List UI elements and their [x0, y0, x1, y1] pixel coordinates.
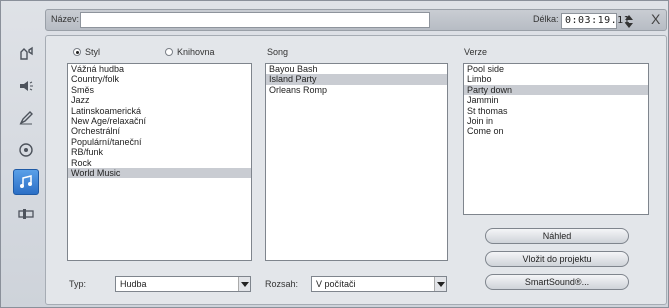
type-select[interactable]: Hudba: [115, 276, 251, 292]
style-radio[interactable]: [73, 48, 81, 56]
range-select[interactable]: V počítači: [311, 276, 447, 292]
slider-icon[interactable]: [13, 201, 39, 227]
style-list-item[interactable]: World Music: [68, 167, 251, 179]
version-list-item[interactable]: Limbo: [464, 74, 648, 84]
sound-icon[interactable]: [13, 73, 39, 99]
type-label: Typ:: [69, 279, 87, 289]
preview-button[interactable]: Náhled: [485, 228, 629, 244]
duration-label: Délka:: [533, 14, 559, 24]
version-heading: Verze: [464, 47, 488, 57]
song-list-item[interactable]: Island Party: [266, 74, 447, 85]
style-list-item[interactable]: New Age/relaxační: [68, 116, 251, 126]
type-select-value: Hudba: [120, 279, 147, 289]
version-list-item[interactable]: Come on: [464, 126, 648, 136]
library-radio[interactable]: [165, 48, 173, 56]
style-radio-label: Styl: [85, 47, 101, 57]
chevron-down-icon[interactable]: [238, 277, 250, 291]
name-label: Název:: [51, 14, 80, 24]
pen-icon[interactable]: [13, 105, 39, 131]
style-list-item[interactable]: RB/funk: [68, 147, 251, 157]
song-list-item[interactable]: Orleans Romp: [266, 85, 447, 95]
spin-up-icon[interactable]: [625, 15, 633, 20]
version-list-item[interactable]: Join in: [464, 116, 648, 126]
duration-field[interactable]: 0:03:19.11: [561, 13, 630, 29]
library-radio-label: Knihovna: [177, 47, 215, 57]
range-label: Rozsah:: [265, 279, 299, 289]
song-list[interactable]: Bayou Bash Island Party Orleans Romp: [265, 63, 448, 261]
version-list-item[interactable]: Pool side: [464, 64, 648, 74]
version-list-item[interactable]: St thomas: [464, 106, 648, 116]
song-heading: Song: [267, 47, 289, 57]
style-list-item[interactable]: Country/folk: [68, 74, 251, 84]
smartsound-button[interactable]: SmartSound®...: [485, 274, 629, 290]
style-list-item[interactable]: Orchestrální: [68, 126, 251, 136]
style-list-item[interactable]: Latinskoamerická: [68, 106, 251, 116]
insert-into-project-button[interactable]: Vložit do projektu: [485, 251, 629, 267]
sidebar: [9, 37, 43, 297]
style-list-item[interactable]: Populární/taneční: [68, 137, 251, 147]
version-list-item[interactable]: Party down: [464, 84, 648, 96]
video-icon[interactable]: [13, 41, 39, 67]
chevron-down-icon[interactable]: [434, 277, 446, 291]
version-list[interactable]: Pool side Limbo Party down Jammin St thomas J…: [463, 63, 649, 215]
style-list-item[interactable]: Rock: [68, 158, 251, 168]
range-select-value: V počítači: [316, 279, 356, 289]
spin-down-icon[interactable]: [625, 23, 633, 28]
disc-icon[interactable]: [13, 137, 39, 163]
style-list-item[interactable]: Směs: [68, 85, 251, 95]
style-list-item[interactable]: Vážná hudba: [68, 64, 251, 74]
close-icon[interactable]: X: [651, 11, 660, 27]
duration-stepper[interactable]: [621, 12, 637, 30]
music-icon[interactable]: [13, 169, 39, 195]
style-list[interactable]: Vážná hudba Country/folk Směs Jazz Latinskoa…: [67, 63, 252, 261]
version-list-item[interactable]: Jammin: [464, 95, 648, 105]
style-list-item[interactable]: Jazz: [68, 95, 251, 105]
smartsound-window: Název: Délka: 0:03:19.11 X Styl Knihovna: [0, 0, 669, 308]
name-field[interactable]: [80, 12, 430, 28]
song-list-item[interactable]: Bayou Bash: [266, 64, 447, 74]
